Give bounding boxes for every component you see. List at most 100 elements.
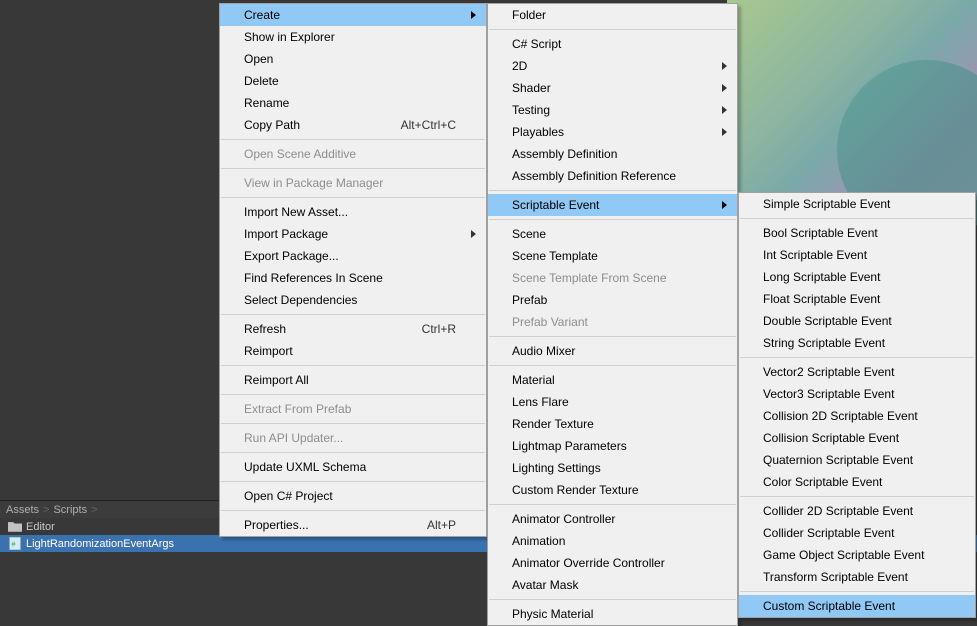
menu-item-view-in-package-manager: View in Package Manager [220, 172, 486, 194]
menu-label: Folder [512, 8, 546, 22]
menu-separator [489, 504, 736, 505]
menu-item-open-cs-project[interactable]: Open C# Project [220, 485, 486, 507]
menu-item-prefab[interactable]: Prefab [488, 289, 737, 311]
menu-item-collision-2d-scriptable-event[interactable]: Collision 2D Scriptable Event [739, 405, 975, 427]
menu-item-float-scriptable-event[interactable]: Float Scriptable Event [739, 288, 975, 310]
menu-item-find-references[interactable]: Find References In Scene [220, 267, 486, 289]
menu-item-scene-template[interactable]: Scene Template [488, 245, 737, 267]
menu-item-material[interactable]: Material [488, 369, 737, 391]
menu-label: Scene [512, 227, 546, 241]
menu-separator [489, 336, 736, 337]
menu-item-folder[interactable]: Folder [488, 4, 737, 26]
menu-item-lens-flare[interactable]: Lens Flare [488, 391, 737, 413]
menu-item-properties[interactable]: Properties...Alt+P [220, 514, 486, 536]
menu-item-cs-script[interactable]: C# Script [488, 33, 737, 55]
menu-item-testing[interactable]: Testing [488, 99, 737, 121]
menu-item-audio-mixer[interactable]: Audio Mixer [488, 340, 737, 362]
folder-icon [8, 521, 22, 533]
menu-item-game-object-scriptable-event[interactable]: Game Object Scriptable Event [739, 544, 975, 566]
menu-item-collider-scriptable-event[interactable]: Collider Scriptable Event [739, 522, 975, 544]
menu-item-simple-scriptable-event[interactable]: Simple Scriptable Event [739, 193, 975, 215]
menu-label: Quaternion Scriptable Event [763, 453, 913, 467]
menu-item-playables[interactable]: Playables [488, 121, 737, 143]
menu-label: Vector2 Scriptable Event [763, 365, 894, 379]
menu-label: Delete [244, 74, 279, 88]
menu-item-copy-path[interactable]: Copy PathAlt+Ctrl+C [220, 114, 486, 136]
menu-label: Open C# Project [244, 489, 333, 503]
menu-item-delete[interactable]: Delete [220, 70, 486, 92]
menu-item-collider-2d-scriptable-event[interactable]: Collider 2D Scriptable Event [739, 500, 975, 522]
menu-item-lightmap-parameters[interactable]: Lightmap Parameters [488, 435, 737, 457]
menu-item-reimport-all[interactable]: Reimport All [220, 369, 486, 391]
menu-label: Find References In Scene [244, 271, 383, 285]
menu-item-custom-scriptable-event[interactable]: Custom Scriptable Event [739, 595, 975, 617]
menu-label: Avatar Mask [512, 578, 578, 592]
menu-item-animation[interactable]: Animation [488, 530, 737, 552]
menu-label: Playables [512, 125, 564, 139]
menu-item-collision-scriptable-event[interactable]: Collision Scriptable Event [739, 427, 975, 449]
menu-item-open[interactable]: Open [220, 48, 486, 70]
breadcrumb-sep: > [43, 504, 49, 516]
menu-separator [489, 599, 736, 600]
menu-label: Lightmap Parameters [512, 439, 627, 453]
menu-item-2d[interactable]: 2D [488, 55, 737, 77]
menu-item-scriptable-event[interactable]: Scriptable Event [488, 194, 737, 216]
menu-label: Bool Scriptable Event [763, 226, 878, 240]
menu-label: Import Package [244, 227, 328, 241]
menu-item-int-scriptable-event[interactable]: Int Scriptable Event [739, 244, 975, 266]
menu-label: Show in Explorer [244, 30, 335, 44]
menu-item-reimport[interactable]: Reimport [220, 340, 486, 362]
menu-item-select-dependencies[interactable]: Select Dependencies [220, 289, 486, 311]
menu-item-animator-controller[interactable]: Animator Controller [488, 508, 737, 530]
menu-label: Testing [512, 103, 550, 117]
menu-item-rename[interactable]: Rename [220, 92, 486, 114]
menu-item-extract-from-prefab: Extract From Prefab [220, 398, 486, 420]
menu-item-scene-template-from-scene: Scene Template From Scene [488, 267, 737, 289]
menu-label: Import New Asset... [244, 205, 348, 219]
menu-label: Collider 2D Scriptable Event [763, 504, 913, 518]
menu-item-lighting-settings[interactable]: Lighting Settings [488, 457, 737, 479]
menu-separator [221, 481, 485, 482]
menu-item-animator-override-controller[interactable]: Animator Override Controller [488, 552, 737, 574]
breadcrumb-part-scripts[interactable]: Scripts [53, 504, 87, 516]
menu-item-custom-render-texture[interactable]: Custom Render Texture [488, 479, 737, 501]
menu-label: Int Scriptable Event [763, 248, 867, 262]
menu-item-create[interactable]: Create [220, 4, 486, 26]
menu-item-color-scriptable-event[interactable]: Color Scriptable Event [739, 471, 975, 493]
menu-item-quaternion-scriptable-event[interactable]: Quaternion Scriptable Event [739, 449, 975, 471]
menu-item-import-new-asset[interactable]: Import New Asset... [220, 201, 486, 223]
menu-item-show-in-explorer[interactable]: Show in Explorer [220, 26, 486, 48]
menu-separator [740, 357, 974, 358]
context-menu-create: Folder C# Script 2D Shader Testing Playa… [487, 3, 738, 626]
menu-label: Open Scene Additive [244, 147, 356, 161]
menu-item-render-texture[interactable]: Render Texture [488, 413, 737, 435]
menu-item-vector3-scriptable-event[interactable]: Vector3 Scriptable Event [739, 383, 975, 405]
breadcrumb: Assets > Scripts > [0, 500, 220, 518]
menu-item-update-uxml-schema[interactable]: Update UXML Schema [220, 456, 486, 478]
menu-separator [221, 365, 485, 366]
menu-item-export-package[interactable]: Export Package... [220, 245, 486, 267]
menu-label: Material [512, 373, 555, 387]
menu-label: Float Scriptable Event [763, 292, 880, 306]
menu-item-string-scriptable-event[interactable]: String Scriptable Event [739, 332, 975, 354]
menu-label: Animator Override Controller [512, 556, 665, 570]
menu-separator [221, 452, 485, 453]
menu-item-physic-material[interactable]: Physic Material [488, 603, 737, 625]
menu-item-assembly-definition-reference[interactable]: Assembly Definition Reference [488, 165, 737, 187]
menu-item-refresh[interactable]: RefreshCtrl+R [220, 318, 486, 340]
menu-item-avatar-mask[interactable]: Avatar Mask [488, 574, 737, 596]
menu-item-bool-scriptable-event[interactable]: Bool Scriptable Event [739, 222, 975, 244]
menu-item-long-scriptable-event[interactable]: Long Scriptable Event [739, 266, 975, 288]
menu-item-import-package[interactable]: Import Package [220, 223, 486, 245]
context-menu-scriptable-event: Simple Scriptable Event Bool Scriptable … [738, 192, 976, 618]
menu-item-double-scriptable-event[interactable]: Double Scriptable Event [739, 310, 975, 332]
breadcrumb-part-assets[interactable]: Assets [6, 504, 39, 516]
menu-label: Game Object Scriptable Event [763, 548, 924, 562]
menu-item-shader[interactable]: Shader [488, 77, 737, 99]
menu-shortcut: Ctrl+R [422, 322, 456, 336]
menu-item-assembly-definition[interactable]: Assembly Definition [488, 143, 737, 165]
menu-item-transform-scriptable-event[interactable]: Transform Scriptable Event [739, 566, 975, 588]
menu-label: Prefab Variant [512, 315, 588, 329]
menu-item-scene[interactable]: Scene [488, 223, 737, 245]
menu-item-vector2-scriptable-event[interactable]: Vector2 Scriptable Event [739, 361, 975, 383]
